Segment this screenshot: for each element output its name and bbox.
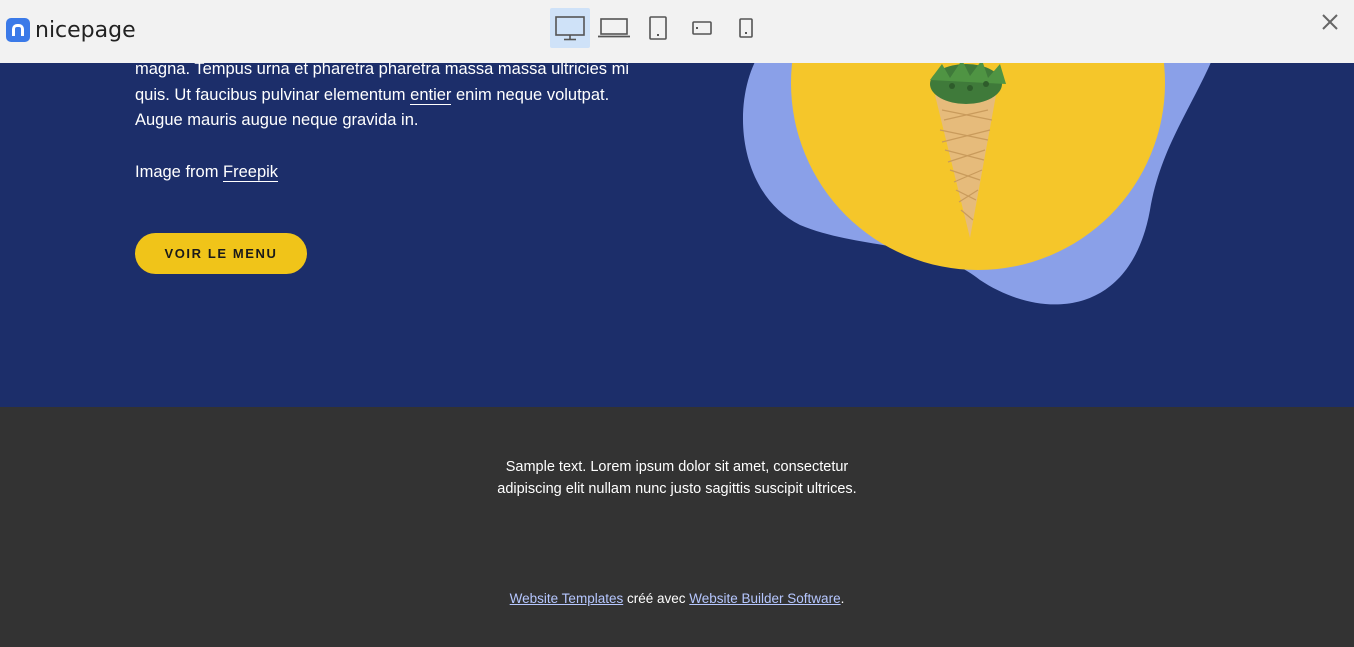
footer-credits-end: . xyxy=(840,591,845,606)
website-templates-link[interactable]: Website Templates xyxy=(510,591,624,606)
laptop-icon xyxy=(598,18,630,38)
close-button[interactable] xyxy=(1320,12,1340,32)
logo-text: nicepage xyxy=(35,17,136,43)
phone-view-button[interactable] xyxy=(726,8,766,48)
desktop-view-button[interactable] xyxy=(550,8,590,48)
footer-credits-middle: créé avec xyxy=(623,591,690,606)
entier-link[interactable]: entier xyxy=(410,85,452,105)
footer: Sample text. Lorem ipsum dolor sit amet,… xyxy=(0,407,1354,647)
voir-le-menu-button[interactable]: VOIR LE MENU xyxy=(135,233,307,274)
hero-paragraph: magna. Tempus urna et pharetra pharetra … xyxy=(135,57,655,134)
footer-text-line-2: adipiscing elit nullam nunc justo sagitt… xyxy=(497,481,857,497)
hero-line-2-start: quis. Ut faucibus pulvinar elementum xyxy=(135,85,411,104)
nicepage-logo[interactable]: nicepage xyxy=(6,17,136,43)
freepik-link[interactable]: Freepik xyxy=(223,163,279,182)
footer-text-line-1: Sample text. Lorem ipsum dolor sit amet,… xyxy=(505,459,849,475)
preview-toolbar: nicepage xyxy=(0,0,1354,63)
phone-icon xyxy=(739,18,753,38)
phone-landscape-view-button[interactable] xyxy=(682,8,722,48)
tablet-view-button[interactable] xyxy=(638,8,678,48)
hero-line-2-end: enim neque volutpat. xyxy=(451,85,610,104)
website-builder-link[interactable]: Website Builder Software xyxy=(689,591,840,606)
nicepage-logo-icon xyxy=(6,18,30,42)
tablet-icon xyxy=(649,16,667,40)
desktop-icon xyxy=(555,16,585,41)
phone-landscape-icon xyxy=(692,21,712,35)
device-switcher xyxy=(550,8,770,48)
laptop-view-button[interactable] xyxy=(594,8,634,48)
hero-line-2: quis. Ut faucibus pulvinar elementum ent… xyxy=(135,83,655,109)
image-credit: Image from Freepik xyxy=(135,160,279,185)
footer-credits: Website Templates créé avec Website Buil… xyxy=(0,590,1354,608)
hero-line-3: Augue mauris augue neque gravida in. xyxy=(135,111,419,129)
footer-text: Sample text. Lorem ipsum dolor sit amet,… xyxy=(0,456,1354,500)
credit-prefix: Image from xyxy=(135,163,224,181)
close-icon xyxy=(1322,14,1338,30)
